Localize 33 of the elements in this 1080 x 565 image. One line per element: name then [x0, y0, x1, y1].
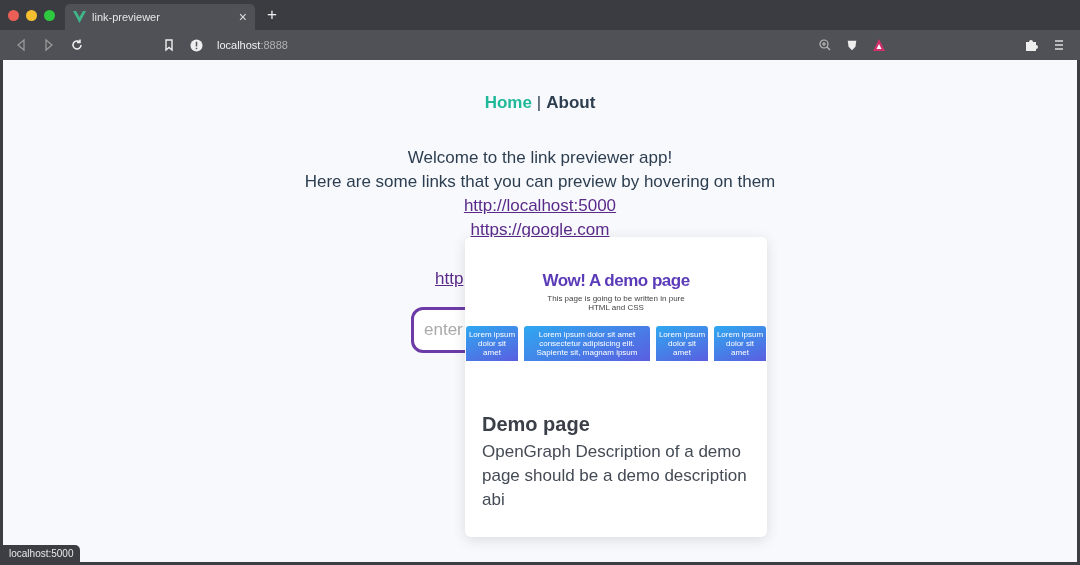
close-tab-button[interactable]: × [238, 9, 247, 25]
nav-link[interactable]: About [546, 93, 596, 113]
preview-link[interactable]: https://google.com [470, 220, 610, 239]
preview-description: OpenGraph Description of a demo page should be a demo description abi [482, 441, 748, 511]
address-bar-url[interactable]: localhost:8888 [217, 39, 288, 51]
shield-icon[interactable] [846, 38, 858, 52]
browser-tab[interactable]: link-previewer × [65, 4, 255, 30]
warning-icon[interactable] [190, 38, 203, 52]
new-tab-button[interactable]: + [261, 5, 283, 25]
status-bar-url: localhost:5000 [3, 545, 80, 562]
bookmark-icon[interactable] [162, 38, 176, 52]
minimize-window-button[interactable] [26, 9, 37, 21]
maximize-window-button[interactable] [44, 9, 55, 21]
screenshot-subtitle: This page is going to be written in pure HTML and CSS [546, 294, 686, 312]
preview-title: Demo page [482, 413, 591, 436]
preview-link[interactable]: http://localhost:5000 [463, 196, 617, 215]
nav-separator: | [536, 93, 542, 113]
triangle-icon[interactable] [872, 38, 886, 52]
puzzle-icon[interactable] [1024, 38, 1038, 52]
vue-logo-icon [73, 11, 86, 23]
menu-icon[interactable] [1052, 38, 1066, 52]
reload-icon[interactable] [70, 38, 84, 52]
screenshot-card: Lorem ipsum dolor sit amet consectetur adipisicing elit. Sapiente sit, magnam ipsum [524, 326, 650, 361]
close-window-button[interactable] [8, 9, 19, 21]
zoom-icon[interactable] [818, 38, 832, 52]
screenshot-card: Lorem ipsum dolor sit amet [466, 326, 518, 361]
screenshot-card: Lorem ipsum dolor sit amet [656, 326, 708, 361]
preview-link[interactable]: http [435, 269, 464, 289]
tab-title: link-previewer [92, 11, 161, 23]
screenshot-card: Lorem ipsum dolor sit amet [714, 326, 766, 361]
screenshot-heading: Wow! A demo page [542, 271, 690, 291]
intro-text: Here are some links that you can preview by hovering on them [304, 172, 776, 191]
intro-text: Welcome to the link previewer app! [407, 148, 673, 167]
